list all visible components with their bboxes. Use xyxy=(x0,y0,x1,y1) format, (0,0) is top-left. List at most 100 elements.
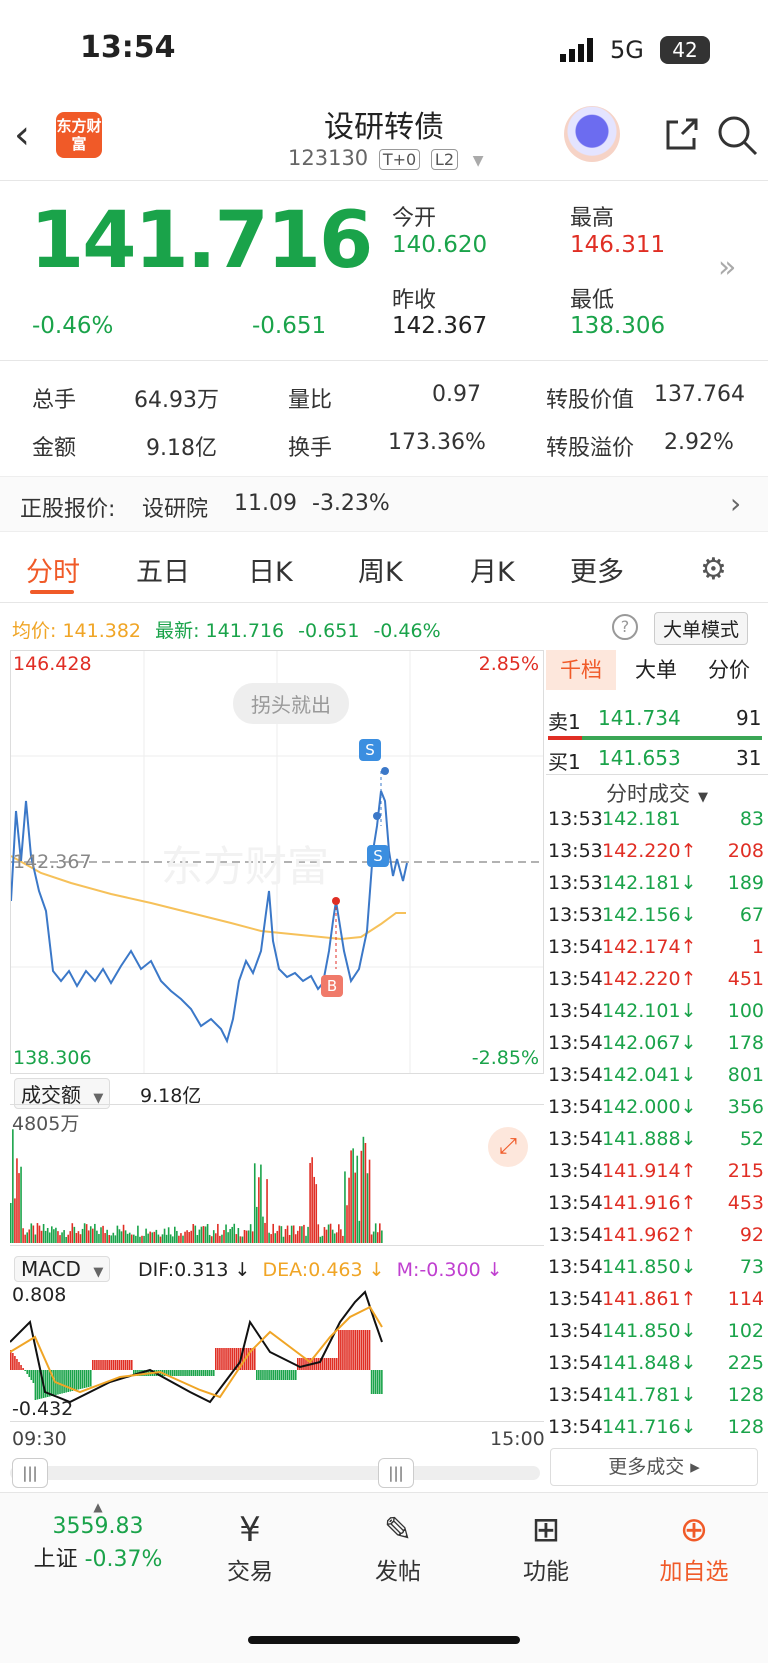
tab-more[interactable]: 更多 xyxy=(570,550,624,589)
volume-bar xyxy=(364,1142,367,1243)
volume-bar xyxy=(221,1234,223,1243)
nav-post[interactable]: ✎ 发帖 xyxy=(338,1508,458,1586)
time-scrollbar[interactable] xyxy=(10,1466,540,1480)
index-quote[interactable]: ▲ 3559.83 上证 -0.37% xyxy=(18,1500,178,1573)
volume-bar xyxy=(57,1231,59,1243)
volume-bar xyxy=(153,1231,156,1243)
help-icon[interactable]: ? xyxy=(612,614,638,640)
low-value: 138.306 xyxy=(570,313,666,339)
macd-bar xyxy=(85,1370,88,1388)
volume-bar xyxy=(114,1235,117,1243)
scroll-handle-right[interactable]: ||| xyxy=(378,1458,414,1488)
tab-intraday[interactable]: 分时 xyxy=(26,550,80,589)
nav-add-watchlist[interactable]: ⊕ 加自选 xyxy=(634,1508,754,1586)
scroll-handle-left[interactable]: ||| xyxy=(12,1458,48,1488)
y-min-label: 138.306 xyxy=(13,1047,92,1069)
grid-icon: ⊞ xyxy=(531,1510,561,1550)
macd-bar xyxy=(260,1370,262,1380)
macd-bar xyxy=(36,1370,39,1400)
tick-row: 13:54 141.850↓ 73 xyxy=(546,1256,764,1288)
assistant-avatar-icon[interactable] xyxy=(564,106,620,162)
volume-bar xyxy=(190,1230,192,1243)
divider xyxy=(0,180,768,181)
volume-bar xyxy=(286,1225,289,1243)
macd-bar xyxy=(212,1370,215,1376)
macd-bar xyxy=(75,1370,78,1390)
tick-row: 13:54 141.861↑ 114 xyxy=(546,1288,764,1320)
chevron-down-icon: ▼ xyxy=(472,153,484,169)
tick-row: 13:54 141.850↓ 102 xyxy=(546,1320,764,1352)
ticks-title[interactable]: 分时成交 ▼ xyxy=(606,778,708,808)
intraday-chart[interactable]: 东方财富 146.428 138.306 2.85% -2.85% 142.36… xyxy=(10,650,544,1074)
tab-daily-k[interactable]: 日K xyxy=(248,550,293,589)
macd-bar xyxy=(229,1348,231,1370)
expand-chevron-icon[interactable]: » xyxy=(718,250,736,285)
macd-bar xyxy=(251,1348,254,1370)
macd-bar xyxy=(268,1370,270,1380)
tab-5day[interactable]: 五日 xyxy=(136,550,190,589)
nav-function[interactable]: ⊞ 功能 xyxy=(486,1508,606,1586)
macd-bar xyxy=(335,1358,338,1370)
conv-value: 137.764 xyxy=(654,382,745,407)
more-ticks-button[interactable]: 更多成交 ▸ xyxy=(550,1448,758,1486)
security-code[interactable]: 123130 T+0 L2 ▼ xyxy=(288,146,483,170)
volume-bar xyxy=(165,1234,168,1243)
macd-bar xyxy=(118,1360,121,1370)
last-price: 141.716 xyxy=(30,196,373,286)
tick-row: 13:53 142.181↓ 189 xyxy=(546,872,764,904)
tick-volume: 189 xyxy=(727,872,764,894)
settings-gear-icon[interactable]: ⚙ xyxy=(700,552,727,587)
high-label: 最高 xyxy=(570,206,615,231)
macd-bar xyxy=(24,1370,26,1371)
tab-monthly-k[interactable]: 月K xyxy=(470,550,515,589)
volume-bar xyxy=(94,1223,96,1243)
macd-bar xyxy=(247,1348,250,1370)
volume-bar xyxy=(323,1227,326,1243)
macd-dif: DIF:0.313 ↓ xyxy=(138,1259,251,1281)
volume-bar xyxy=(98,1233,100,1243)
tick-row: 13:54 141.916↑ 453 xyxy=(546,1192,764,1224)
tick-price: 142.181↓ xyxy=(602,872,697,894)
nav-trade[interactable]: ¥ 交易 xyxy=(190,1508,310,1586)
tick-time: 13:54 xyxy=(548,1256,603,1278)
volume-bar xyxy=(362,1136,365,1243)
volume-bar xyxy=(151,1232,154,1243)
divider xyxy=(0,602,768,603)
volume-bar xyxy=(344,1171,346,1243)
share-icon[interactable] xyxy=(662,114,702,154)
search-icon[interactable] xyxy=(716,114,758,156)
tick-time: 13:54 xyxy=(548,1224,603,1246)
tick-volume: 225 xyxy=(727,1352,764,1374)
volume-chart[interactable]: 4805万 ⤢ xyxy=(10,1104,544,1246)
underlying-stock-row[interactable]: 正股报价: 设研院 11.09 -3.23% › xyxy=(0,476,768,532)
volume-bar xyxy=(198,1229,201,1243)
back-icon[interactable]: ‹ xyxy=(14,112,30,158)
macd-label: MACD xyxy=(21,1257,81,1281)
panel-tab-big-order[interactable]: 大单 xyxy=(626,650,686,690)
macd-bar xyxy=(192,1370,195,1376)
macd-chart[interactable]: 0.808 -0.432 xyxy=(10,1282,544,1422)
macd-bar xyxy=(270,1370,272,1380)
macd-bar xyxy=(323,1358,326,1370)
macd-bar xyxy=(38,1370,41,1399)
macd-bar xyxy=(14,1356,16,1370)
tick-time: 13:54 xyxy=(548,1288,603,1310)
macd-bar xyxy=(112,1360,115,1370)
volume-bar xyxy=(309,1162,311,1243)
tab-weekly-k[interactable]: 周K xyxy=(358,550,403,589)
big-order-mode-button[interactable]: 大单模式 xyxy=(654,612,749,645)
volume-bar xyxy=(167,1227,170,1243)
volume-bar xyxy=(59,1235,61,1243)
macd-bar xyxy=(364,1330,367,1370)
tick-price: 141.781↓ xyxy=(602,1384,697,1406)
panel-tab-depth[interactable]: 千档 xyxy=(546,650,616,690)
stock-name: 设研院 xyxy=(142,497,209,522)
macd-bar xyxy=(120,1360,123,1370)
macd-bar xyxy=(290,1370,293,1380)
volume-bar xyxy=(141,1235,143,1243)
tick-price: 141.914↑ xyxy=(602,1160,697,1182)
macd-indicator-select[interactable]: MACD ▼ xyxy=(14,1256,111,1282)
volume-bar xyxy=(284,1229,287,1243)
panel-tab-price[interactable]: 分价 xyxy=(694,650,764,690)
fullscreen-expand-icon[interactable]: ⤢ xyxy=(488,1127,528,1167)
